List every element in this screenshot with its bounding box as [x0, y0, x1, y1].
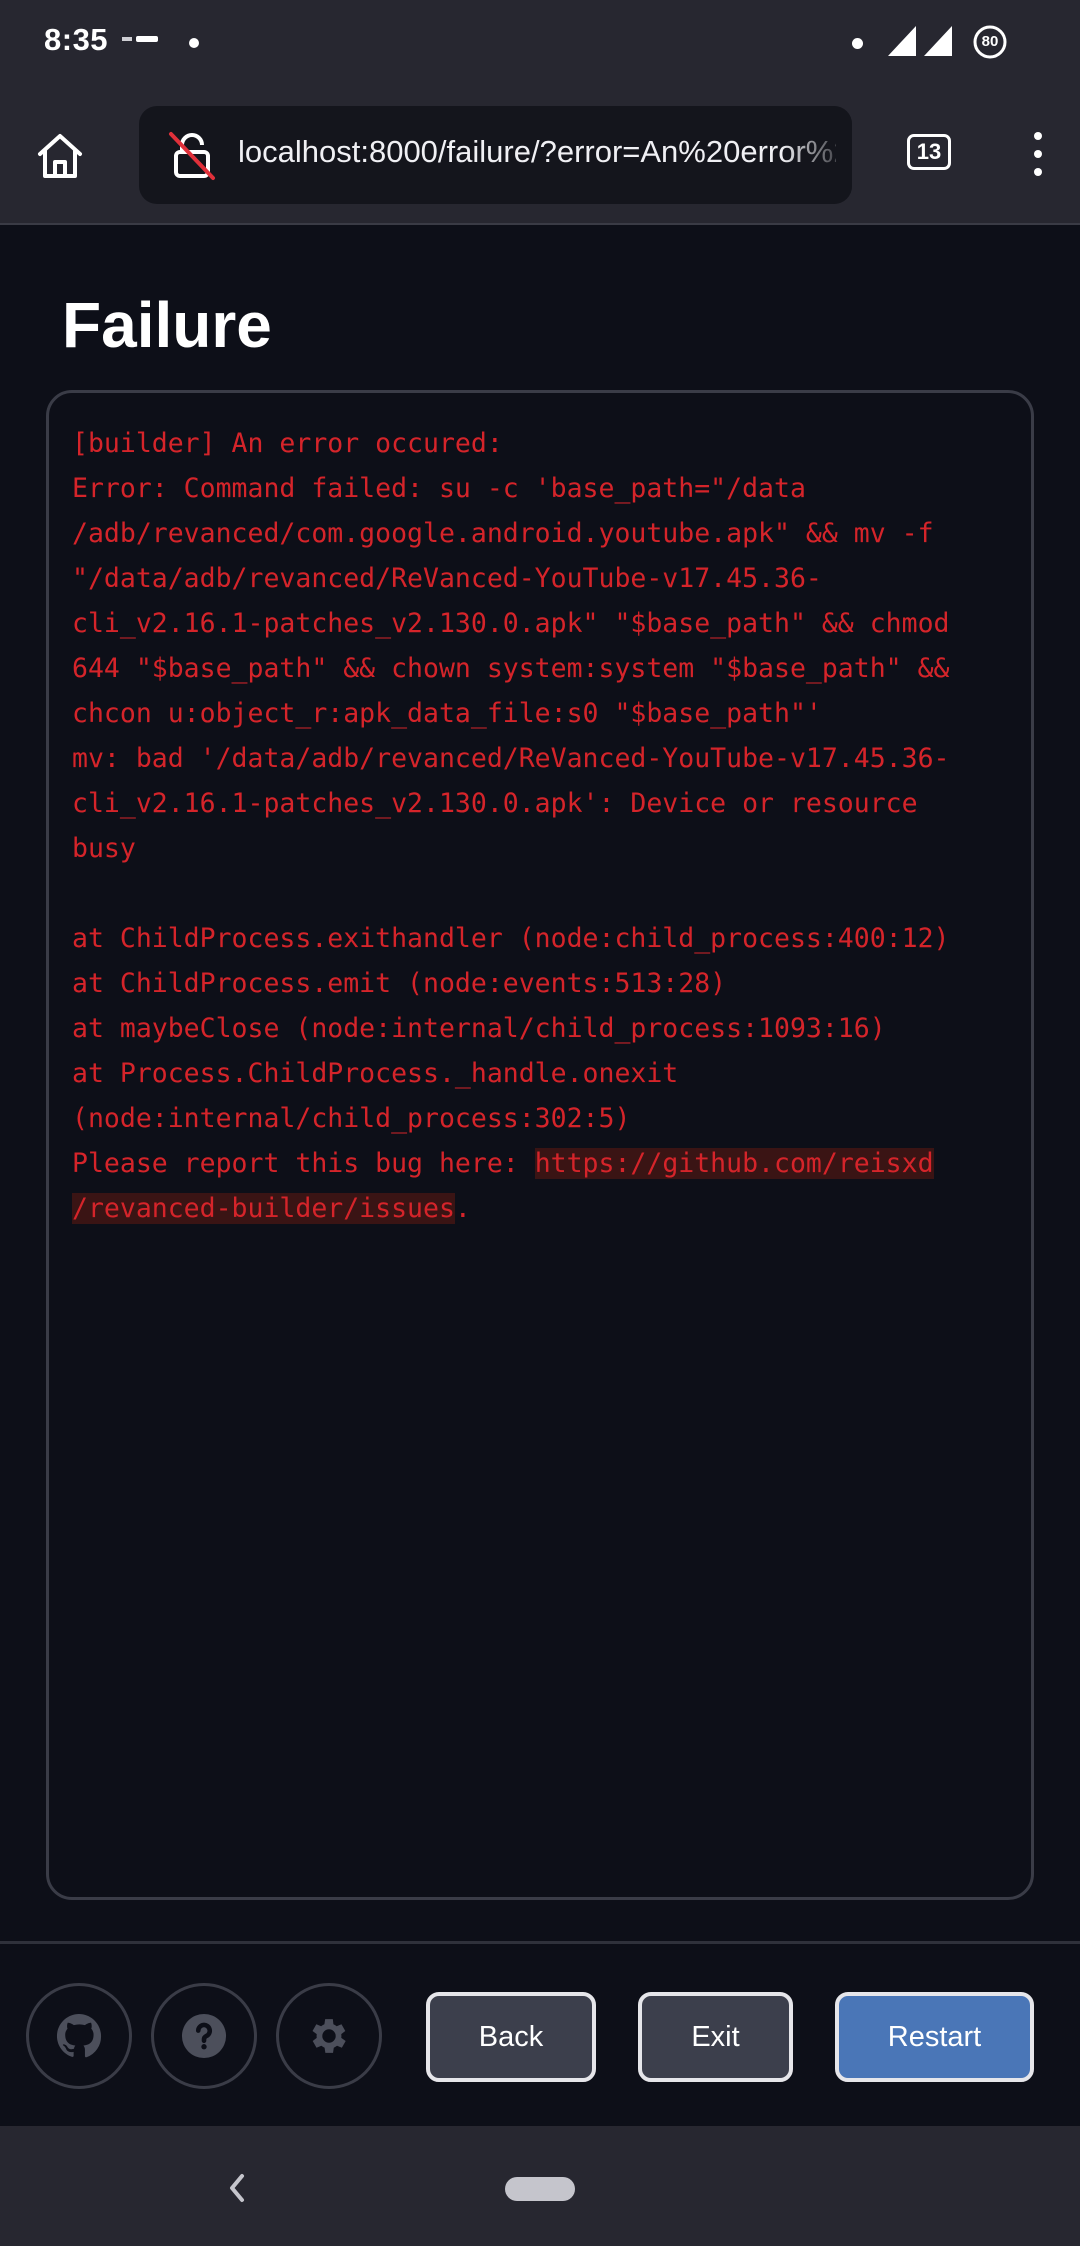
log-line: busy	[72, 833, 136, 864]
log-line: chcon u:object_r:apk_data_file:s0 "$base…	[72, 698, 822, 729]
log-line: cli_v2.16.1-patches_v2.130.0.apk': Devic…	[72, 788, 918, 819]
battery-level: 80	[981, 33, 999, 50]
overflow-menu-icon[interactable]	[1020, 132, 1056, 182]
report-suffix: .	[454, 1193, 471, 1224]
nav-back-icon[interactable]	[222, 2170, 252, 2206]
system-nav-bar	[0, 2126, 1080, 2246]
log-line: at maybeClose (node:internal/child_proce…	[72, 1013, 886, 1044]
report-prefix: Please report this bug here:	[72, 1148, 535, 1179]
page-title: Failure	[62, 289, 272, 361]
log-line: (node:internal/child_process:302:5)	[72, 1103, 631, 1134]
error-log: [builder] An error occured: Error: Comma…	[72, 421, 1022, 1231]
gear-icon	[312, 2019, 346, 2053]
battery-icon: 80	[972, 24, 1008, 60]
carrier-icon	[122, 36, 158, 44]
report-issue-link[interactable]: https://github.com/reisxd	[534, 1148, 934, 1179]
signal-icon	[924, 26, 952, 56]
help-button[interactable]	[151, 1983, 257, 2089]
log-line: Error: Command failed: su -c 'base_path=…	[72, 473, 806, 504]
log-line: mv: bad '/data/adb/revanced/ReVanced-You…	[72, 743, 950, 774]
tab-switcher-button[interactable]: 13	[907, 134, 951, 170]
settings-button[interactable]	[276, 1983, 382, 2089]
back-button[interactable]: Back	[426, 1992, 596, 2082]
home-icon[interactable]	[30, 126, 90, 186]
log-line: [builder] An error occured:	[72, 428, 503, 459]
github-button[interactable]	[26, 1983, 132, 2089]
github-icon	[56, 2013, 102, 2058]
log-line: "/data/adb/revanced/ReVanced-YouTube-v17…	[72, 563, 822, 594]
status-bar: 8:35 80	[0, 0, 1080, 86]
report-issue-link-cont[interactable]: /revanced-builder/issues	[72, 1193, 455, 1224]
log-line: at Process.ChildProcess._handle.onexit	[72, 1058, 679, 1089]
browser-toolbar: localhost:8000/failure/?error=An%20error…	[0, 86, 1080, 225]
error-log-box: [builder] An error occured: Error: Comma…	[46, 390, 1034, 1900]
footer-divider	[0, 1941, 1080, 1944]
url-text[interactable]: localhost:8000/failure/?error=An%20error…	[238, 134, 836, 170]
exit-button[interactable]: Exit	[638, 1992, 793, 2082]
restart-button[interactable]: Restart	[835, 1992, 1034, 2082]
log-line: cli_v2.16.1-patches_v2.130.0.apk" "$base…	[72, 608, 950, 639]
log-line: 644 "$base_path" && chown system:system …	[72, 653, 950, 684]
nav-home-pill[interactable]	[505, 2177, 575, 2201]
status-time: 8:35	[44, 22, 109, 57]
insecure-lock-icon[interactable]	[165, 128, 219, 182]
address-bar[interactable]: localhost:8000/failure/?error=An%20error…	[139, 106, 852, 204]
log-line: at ChildProcess.emit (node:events:513:28…	[72, 968, 727, 999]
log-lines: [builder] An error occured: Error: Comma…	[72, 428, 950, 1134]
log-line: at ChildProcess.exithandler (node:child_…	[72, 923, 950, 954]
signal-icon	[888, 26, 916, 56]
notification-dot-icon	[189, 38, 199, 48]
log-line: /adb/revanced/com.google.android.youtube…	[72, 518, 934, 549]
notification-dot-icon	[852, 38, 863, 49]
help-icon	[181, 2013, 227, 2059]
